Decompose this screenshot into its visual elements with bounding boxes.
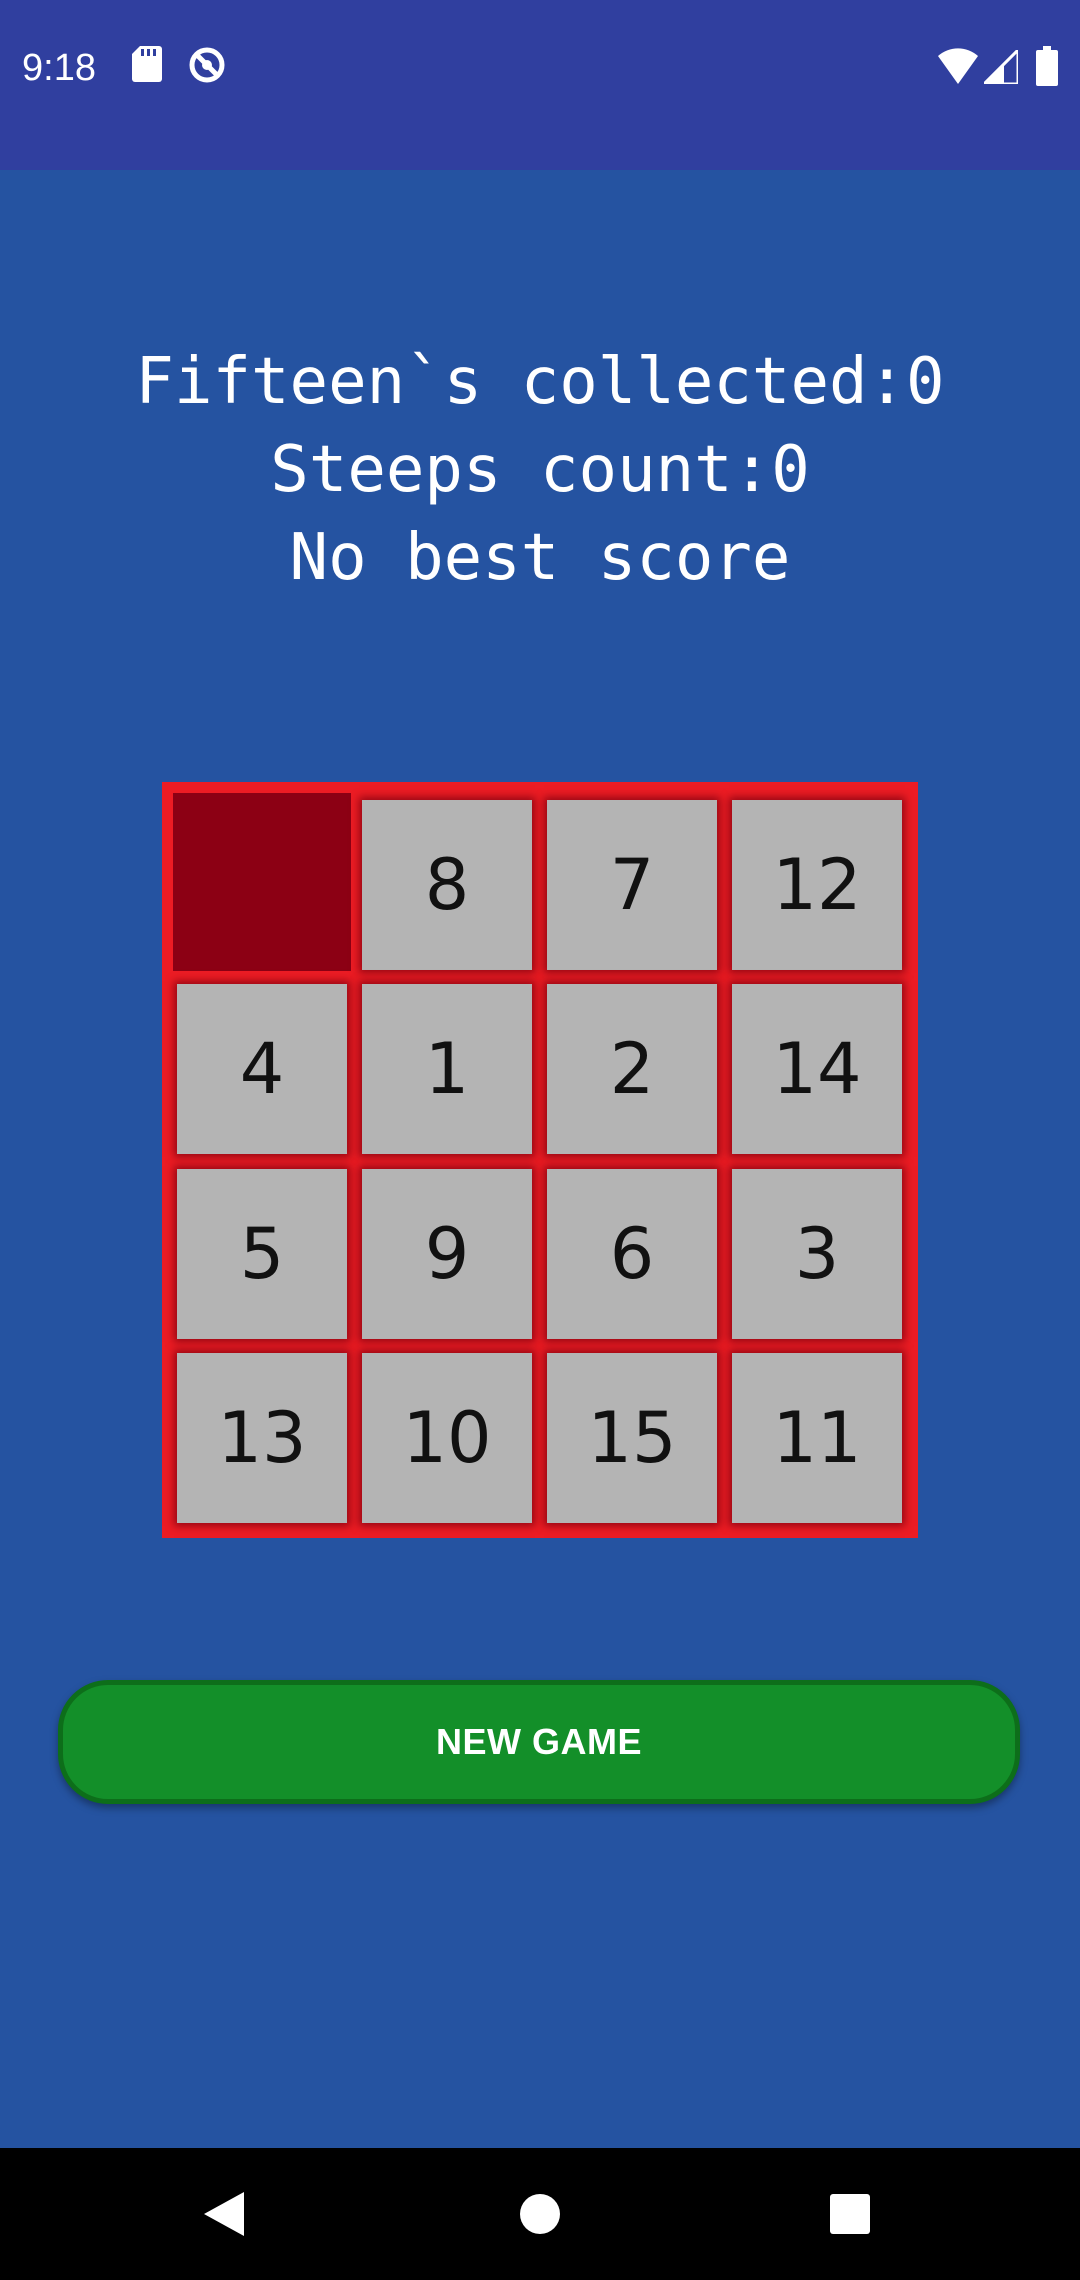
tile[interactable]: 6: [547, 1169, 717, 1339]
sd-card-icon: [132, 46, 162, 87]
puzzle-board: 8 7 12 4 1 2 14 5 9 6 3 13 10 15 11: [162, 782, 918, 1538]
navigation-bar: [0, 2148, 1080, 2280]
tile[interactable]: 3: [732, 1169, 902, 1339]
tile[interactable]: 8: [362, 800, 532, 970]
wifi-icon: [938, 48, 978, 89]
steps-count-label: Steeps count:0: [270, 433, 810, 507]
tile[interactable]: 12: [732, 800, 902, 970]
collected-count-label: Fifteen`s collected:0: [135, 345, 945, 419]
new-game-button[interactable]: NEW GAME: [58, 1680, 1020, 1804]
tile[interactable]: 14: [732, 984, 902, 1154]
tile[interactable]: 9: [362, 1169, 532, 1339]
tile[interactable]: 13: [177, 1353, 347, 1523]
home-icon[interactable]: [520, 2194, 560, 2239]
recents-icon[interactable]: [830, 2194, 870, 2239]
best-score-label: No best score: [289, 521, 791, 595]
status-time: 9:18: [22, 47, 96, 89]
signal-icon: [980, 46, 1020, 89]
tile[interactable]: 1: [362, 984, 532, 1154]
back-icon[interactable]: [204, 2192, 244, 2241]
tile[interactable]: 7: [547, 800, 717, 970]
empty-cell[interactable]: [173, 793, 351, 971]
tile[interactable]: 5: [177, 1169, 347, 1339]
new-game-button-label: NEW GAME: [436, 1721, 642, 1762]
score-panel: Fifteen`s collected:0 Steeps count:0 No …: [0, 338, 1080, 602]
tile[interactable]: 10: [362, 1353, 532, 1523]
tile[interactable]: 11: [732, 1353, 902, 1523]
tile[interactable]: 2: [547, 984, 717, 1154]
tile[interactable]: 4: [177, 984, 347, 1154]
tile[interactable]: 15: [547, 1353, 717, 1523]
battery-icon: [1036, 46, 1058, 91]
status-bar: 9:18: [0, 0, 1080, 170]
no-disturb-icon: [188, 46, 226, 89]
